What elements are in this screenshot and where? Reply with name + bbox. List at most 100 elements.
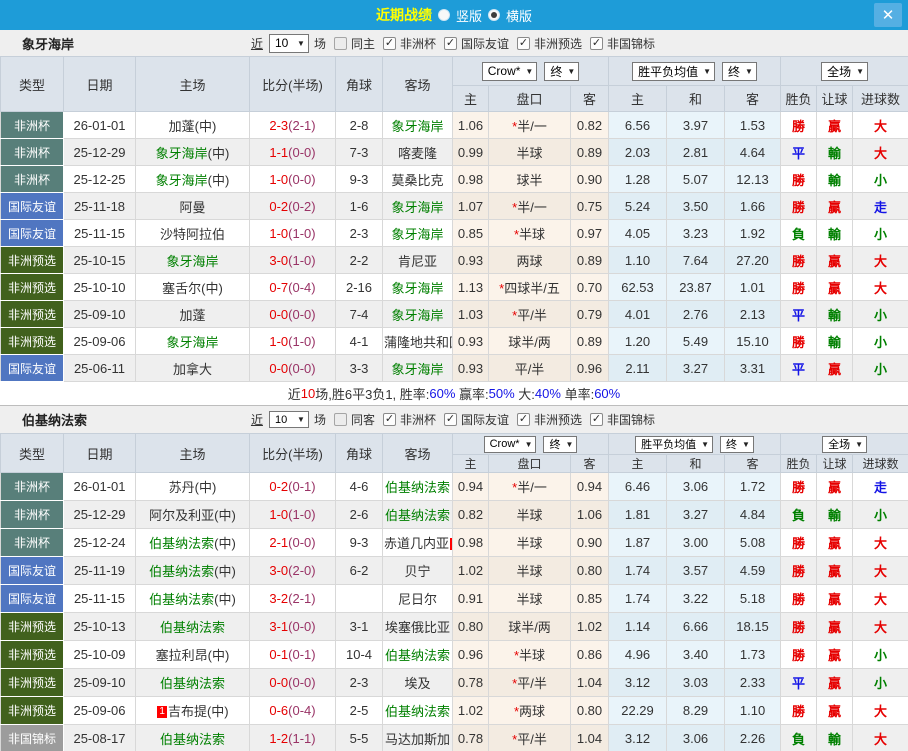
mean-odds-cell: 3.12 (608, 724, 668, 751)
summary-line: 近 10 场,胜6平3负1, 胜率: 60% 赢率: 50% 大: 40% 单率: 60% (0, 382, 908, 405)
mean-odds-cell: 2.26 (724, 724, 782, 751)
cat-qualifier-checkbox[interactable]: ✓ (517, 413, 531, 426)
goals-result-cell: 小 (852, 668, 908, 697)
sub-mean-away: 客 (723, 85, 782, 112)
team-cell: 伯基纳法索 (135, 724, 250, 751)
col-date: 日期 (63, 433, 136, 473)
competition-type-cell: 非洲预选 (0, 327, 64, 355)
same-venue-checkbox[interactable] (333, 36, 347, 50)
handicap-result-cell: 贏 (816, 472, 854, 501)
away-odds-cell: 0.70 (570, 273, 609, 301)
team-name: 伯基纳法索 (22, 413, 88, 428)
odds-company-select[interactable]: Crow* ▼ (481, 61, 538, 81)
fulltime-select[interactable]: 全场 ▼ (821, 61, 868, 81)
date-cell: 25-12-29 (63, 500, 136, 529)
handicap-result-cell: 贏 (816, 192, 854, 220)
team-cell: 喀麦隆 (382, 138, 453, 166)
handicap-cell: *四球半/五 (488, 273, 571, 301)
home-odds-cell: 0.99 (452, 138, 489, 166)
cat-africa-cup-checkbox[interactable]: ✓ (382, 413, 396, 426)
handicap-result-cell: 輸 (816, 165, 854, 193)
match-row: 非洲杯25-12-24伯基纳法索(中)2-1(0-0)9-3赤道几内亚10.98… (0, 528, 908, 557)
mean-odds-cell: 2.33 (724, 668, 782, 697)
mean-odds-cell: 3.31 (723, 354, 782, 382)
cat-friendly-checkbox[interactable]: ✓ (444, 36, 457, 50)
vertical-layout-radio[interactable] (437, 9, 450, 21)
odds-stage-select[interactable]: 终 ▼ (544, 61, 580, 81)
handicap-cell: *平/半 (488, 300, 571, 328)
team-cell: 伯基纳法索 (382, 472, 453, 501)
sub-goals: 进球数 (852, 454, 908, 473)
fulltime-select[interactable]: 全场 ▼ (822, 435, 868, 453)
odds-company-select[interactable]: Crow* ▼ (483, 435, 537, 453)
goals-result-cell: 小 (852, 165, 908, 193)
handicap-result-cell: 贏 (816, 696, 854, 725)
home-odds-cell: 0.85 (452, 219, 489, 247)
horizontal-layout-label[interactable]: 横版 (506, 6, 532, 25)
away-odds-cell: 1.04 (569, 724, 610, 751)
chevron-down-icon: ▼ (703, 66, 711, 76)
horizontal-layout-radio[interactable] (488, 9, 500, 21)
date-cell: 25-10-15 (63, 246, 136, 274)
cat-chan-label: 非国锦标 (607, 413, 656, 427)
away-odds-cell: 0.85 (569, 584, 610, 613)
close-button[interactable]: ✕ (874, 3, 902, 27)
away-odds-cell: 0.96 (570, 354, 609, 382)
goals-result-cell: 大 (852, 724, 908, 751)
mean-odds-cell: 1.10 (608, 246, 667, 274)
home-odds-cell: 0.93 (452, 327, 489, 355)
mean-stage-select[interactable]: 终 ▼ (720, 435, 754, 453)
cat-friendly-checkbox[interactable]: ✓ (444, 413, 457, 426)
mean-group-header: 胜平负均值 ▼ 终 ▼ (608, 433, 782, 455)
same-venue-checkbox[interactable] (333, 413, 347, 426)
mean-odds-cell: 1.01 (723, 273, 782, 301)
near-link[interactable]: 近 (251, 35, 263, 52)
corner-cell: 2-2 (335, 246, 383, 274)
handicap-result-cell: 輸 (816, 138, 854, 166)
chevron-down-icon: ▼ (856, 66, 864, 76)
team-cell: 象牙海岸 (382, 300, 453, 328)
vertical-layout-label[interactable]: 竖版 (456, 6, 482, 25)
handicap-result-cell: 贏 (816, 584, 854, 613)
sub-handicap-result: 让球 (816, 85, 854, 112)
mean-odds-cell: 1.74 (608, 584, 668, 613)
mean-odds-cell: 62.53 (608, 273, 667, 301)
team-cell: 马达加斯加 (382, 724, 453, 751)
titlebar: 近期战绩 竖版 横版 ✕ (0, 0, 908, 30)
mean-odds-cell: 5.24 (608, 192, 667, 220)
goals-result-cell: 大 (852, 111, 908, 139)
mean-stage-select[interactable]: 终 ▼ (722, 61, 757, 81)
mean-odds-cell: 3.03 (666, 668, 726, 697)
sub-mean-away: 客 (724, 454, 782, 473)
match-count-select[interactable]: 10 ▼ (268, 33, 309, 53)
wdl-result-cell: 勝 (780, 696, 818, 725)
mean-odds-select[interactable]: 胜平负均值 ▼ (635, 435, 714, 453)
chevron-down-icon: ▼ (855, 439, 864, 449)
match-row: 非洲预选 25-10-09 塞拉利昂(中) 0-1(0-1) 10-4 伯基纳法索 0.96… (0, 640, 908, 669)
mean-odds-cell: 1.10 (724, 696, 782, 725)
cat-qualifier-checkbox[interactable]: ✓ (517, 36, 531, 50)
handicap-result-cell: 贏 (816, 354, 854, 382)
wdl-result-cell: 勝 (780, 584, 818, 613)
score-cell: 0-2(0-2) (249, 192, 336, 220)
match-count-select[interactable]: 10 ▼ (268, 411, 309, 428)
competition-type-cell: 国际友谊 (0, 192, 64, 220)
section-header: 伯基纳法索 近 10 ▼ 场 同客 ✓ 非洲杯 ✓ 国际友谊 ✓ 非洲预选 ✓ 非… (0, 405, 908, 433)
mean-odds-select[interactable]: 胜平负均值 ▼ (632, 61, 715, 81)
match-row: 非洲杯 25-12-29 阿尔及利亚(中) 1-0(1-0) 2-6 伯基纳法索 0.82 半… (0, 500, 908, 529)
cat-chan-checkbox[interactable]: ✓ (590, 36, 604, 50)
competition-type-cell: 非洲杯 (0, 528, 64, 557)
mean-odds-cell: 5.49 (666, 327, 725, 355)
team-cell: 尼日尔 (382, 584, 453, 613)
wdl-result-cell: 平 (780, 354, 818, 382)
home-odds-cell: 0.78 (452, 668, 489, 697)
odds-stage-select[interactable]: 终 ▼ (543, 435, 578, 453)
near-link[interactable]: 近 (251, 411, 263, 428)
chevron-down-icon: ▼ (567, 66, 576, 76)
cat-chan-checkbox[interactable]: ✓ (590, 413, 604, 426)
match-row: 国际友谊 25-06-11 加拿大 0-0(0-0) 3-3 象牙海岸 0.93 平/半 0.9… (0, 354, 908, 382)
match-row: 国际友谊 25-11-15 沙特阿拉伯 1-0(1-0) 2-3 象牙海岸 0.85 *半球 0… (0, 219, 908, 247)
cat-africa-cup-checkbox[interactable]: ✓ (382, 36, 396, 50)
wdl-result-cell: 平 (780, 668, 818, 697)
score-cell: 3-1(0-0) (249, 612, 336, 641)
